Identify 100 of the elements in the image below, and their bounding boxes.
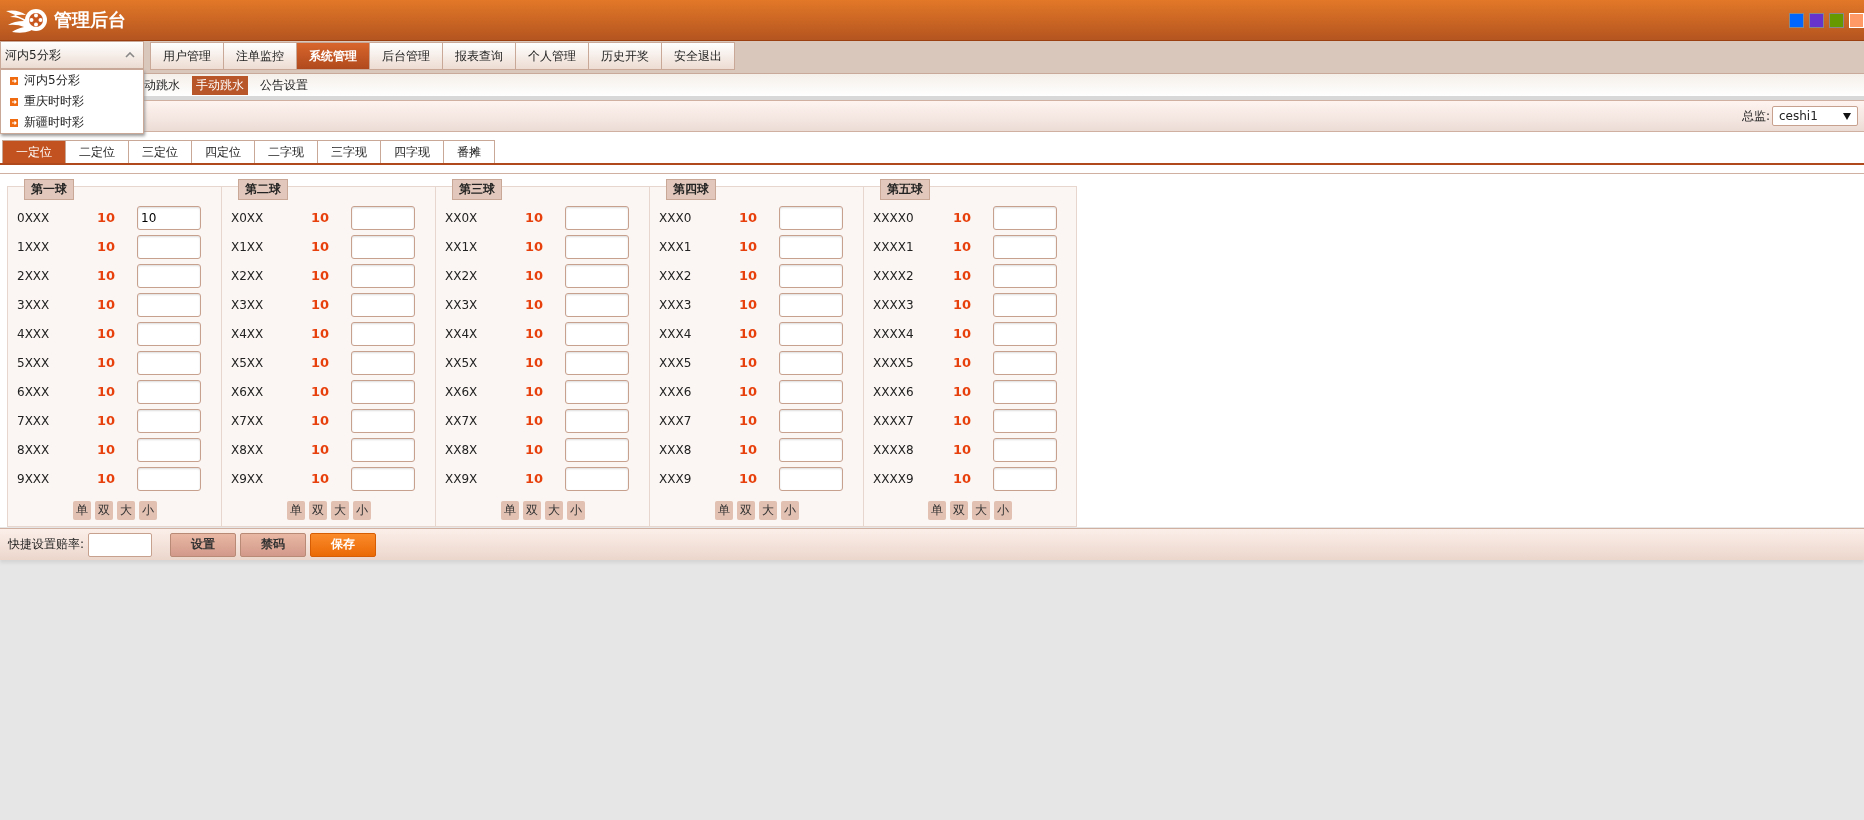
odds-input[interactable] [993,263,1057,288]
quick-select-button[interactable]: 小 [138,501,157,520]
odds-input[interactable] [779,321,843,346]
nav-tab[interactable]: 后台管理 [369,42,442,70]
odds-input[interactable] [137,234,201,259]
theme-swatch[interactable] [1809,12,1824,28]
odds-input[interactable] [351,350,415,375]
footer-button[interactable]: 禁码 [240,532,307,557]
odds-input[interactable] [993,350,1057,375]
odds-input[interactable] [565,234,629,259]
quick-select-button[interactable]: 单 [928,501,946,520]
quick-select-button[interactable]: 单 [286,501,305,520]
odds-input[interactable] [565,350,629,375]
position-tab[interactable]: 二字现 [254,140,317,163]
odds-input[interactable] [565,263,629,288]
odds-input[interactable] [993,408,1057,433]
odds-input[interactable] [993,292,1057,317]
quick-select-button[interactable]: 单 [500,501,519,520]
nav-tab[interactable]: 历史开奖 [588,42,661,70]
quick-select-button[interactable]: 大 [972,501,990,520]
odds-input[interactable] [779,408,843,433]
subnav-link[interactable]: 手动跳水 [192,75,248,95]
position-tab[interactable]: 一定位 [2,140,65,163]
lottery-select[interactable]: 河内5分彩 [0,41,144,69]
nav-tab[interactable]: 注单监控 [223,42,296,70]
quick-select-button[interactable]: 双 [736,501,755,520]
quick-select-button[interactable]: 单 [72,501,91,520]
lottery-option[interactable]: 河内5分彩 [1,70,143,91]
lottery-option[interactable]: 新疆时时彩 [1,112,143,133]
odds-input[interactable] [779,263,843,288]
nav-tab[interactable]: 个人管理 [515,42,588,70]
odds-input[interactable] [993,437,1057,462]
odds-input[interactable] [351,437,415,462]
odds-input[interactable] [137,408,201,433]
quick-select-button[interactable]: 小 [566,501,585,520]
position-tab[interactable]: 四定位 [191,140,254,163]
nav-tab[interactable]: 安全退出 [661,42,735,70]
nav-tab[interactable]: 报表查询 [442,42,515,70]
odds-input[interactable] [993,205,1057,230]
odds-input[interactable] [779,205,843,230]
odds-input[interactable] [351,292,415,317]
quick-select-button[interactable]: 大 [116,501,135,520]
odds-input[interactable] [565,408,629,433]
odds-input[interactable] [779,350,843,375]
odds-input[interactable] [565,379,629,404]
quick-select-button[interactable]: 双 [950,501,968,520]
odds-input[interactable] [137,379,201,404]
quick-select-button[interactable]: 大 [330,501,349,520]
position-tab[interactable]: 番摊 [443,140,495,163]
odds-input[interactable] [351,466,415,491]
odds-input[interactable]: 10 [137,205,201,230]
quick-select-button[interactable]: 大 [544,501,563,520]
quick-select-button[interactable]: 小 [352,501,371,520]
quick-select-button[interactable]: 小 [994,501,1012,520]
odds-input[interactable] [565,292,629,317]
odds-input[interactable] [779,379,843,404]
subnav-link[interactable]: 公告设置 [256,75,312,95]
quick-select-button[interactable]: 小 [780,501,799,520]
odds-input[interactable] [993,379,1057,404]
odds-input[interactable] [993,234,1057,259]
odds-input[interactable] [351,408,415,433]
odds-input[interactable] [779,466,843,491]
odds-input[interactable] [351,234,415,259]
quick-select-button[interactable]: 双 [94,501,113,520]
odds-input[interactable] [351,205,415,230]
odds-input[interactable] [351,321,415,346]
odds-input[interactable] [565,321,629,346]
odds-input[interactable] [993,466,1057,491]
position-tab[interactable]: 三定位 [128,140,191,163]
nav-tab[interactable]: 用户管理 [150,42,223,70]
quick-select-button[interactable]: 双 [308,501,327,520]
odds-input[interactable] [779,292,843,317]
director-select[interactable]: ceshi1 [1772,106,1858,126]
odds-input[interactable] [779,437,843,462]
quick-odds-input[interactable] [88,532,153,557]
footer-button[interactable]: 设置 [170,532,237,557]
position-tab[interactable]: 二定位 [65,140,128,163]
quick-select-button[interactable]: 双 [522,501,541,520]
odds-input[interactable] [137,292,201,317]
theme-swatch[interactable] [1789,12,1804,28]
odds-input[interactable] [993,321,1057,346]
odds-input[interactable] [137,321,201,346]
odds-input[interactable] [137,437,201,462]
odds-input[interactable] [137,350,201,375]
theme-swatch[interactable] [1829,12,1844,28]
quick-select-button[interactable]: 大 [758,501,777,520]
odds-input[interactable] [351,379,415,404]
quick-select-button[interactable]: 单 [714,501,733,520]
position-tab[interactable]: 四字现 [380,140,443,163]
lottery-option[interactable]: 重庆时时彩 [1,91,143,112]
odds-input[interactable] [779,234,843,259]
odds-input[interactable] [137,263,201,288]
subnav-link[interactable]: 动跳水 [140,75,184,95]
position-tab[interactable]: 三字现 [317,140,380,163]
odds-input[interactable] [137,466,201,491]
nav-tab[interactable]: 系统管理 [296,42,369,70]
odds-input[interactable] [565,205,629,230]
odds-input[interactable] [565,437,629,462]
odds-input[interactable] [351,263,415,288]
odds-input[interactable] [565,466,629,491]
